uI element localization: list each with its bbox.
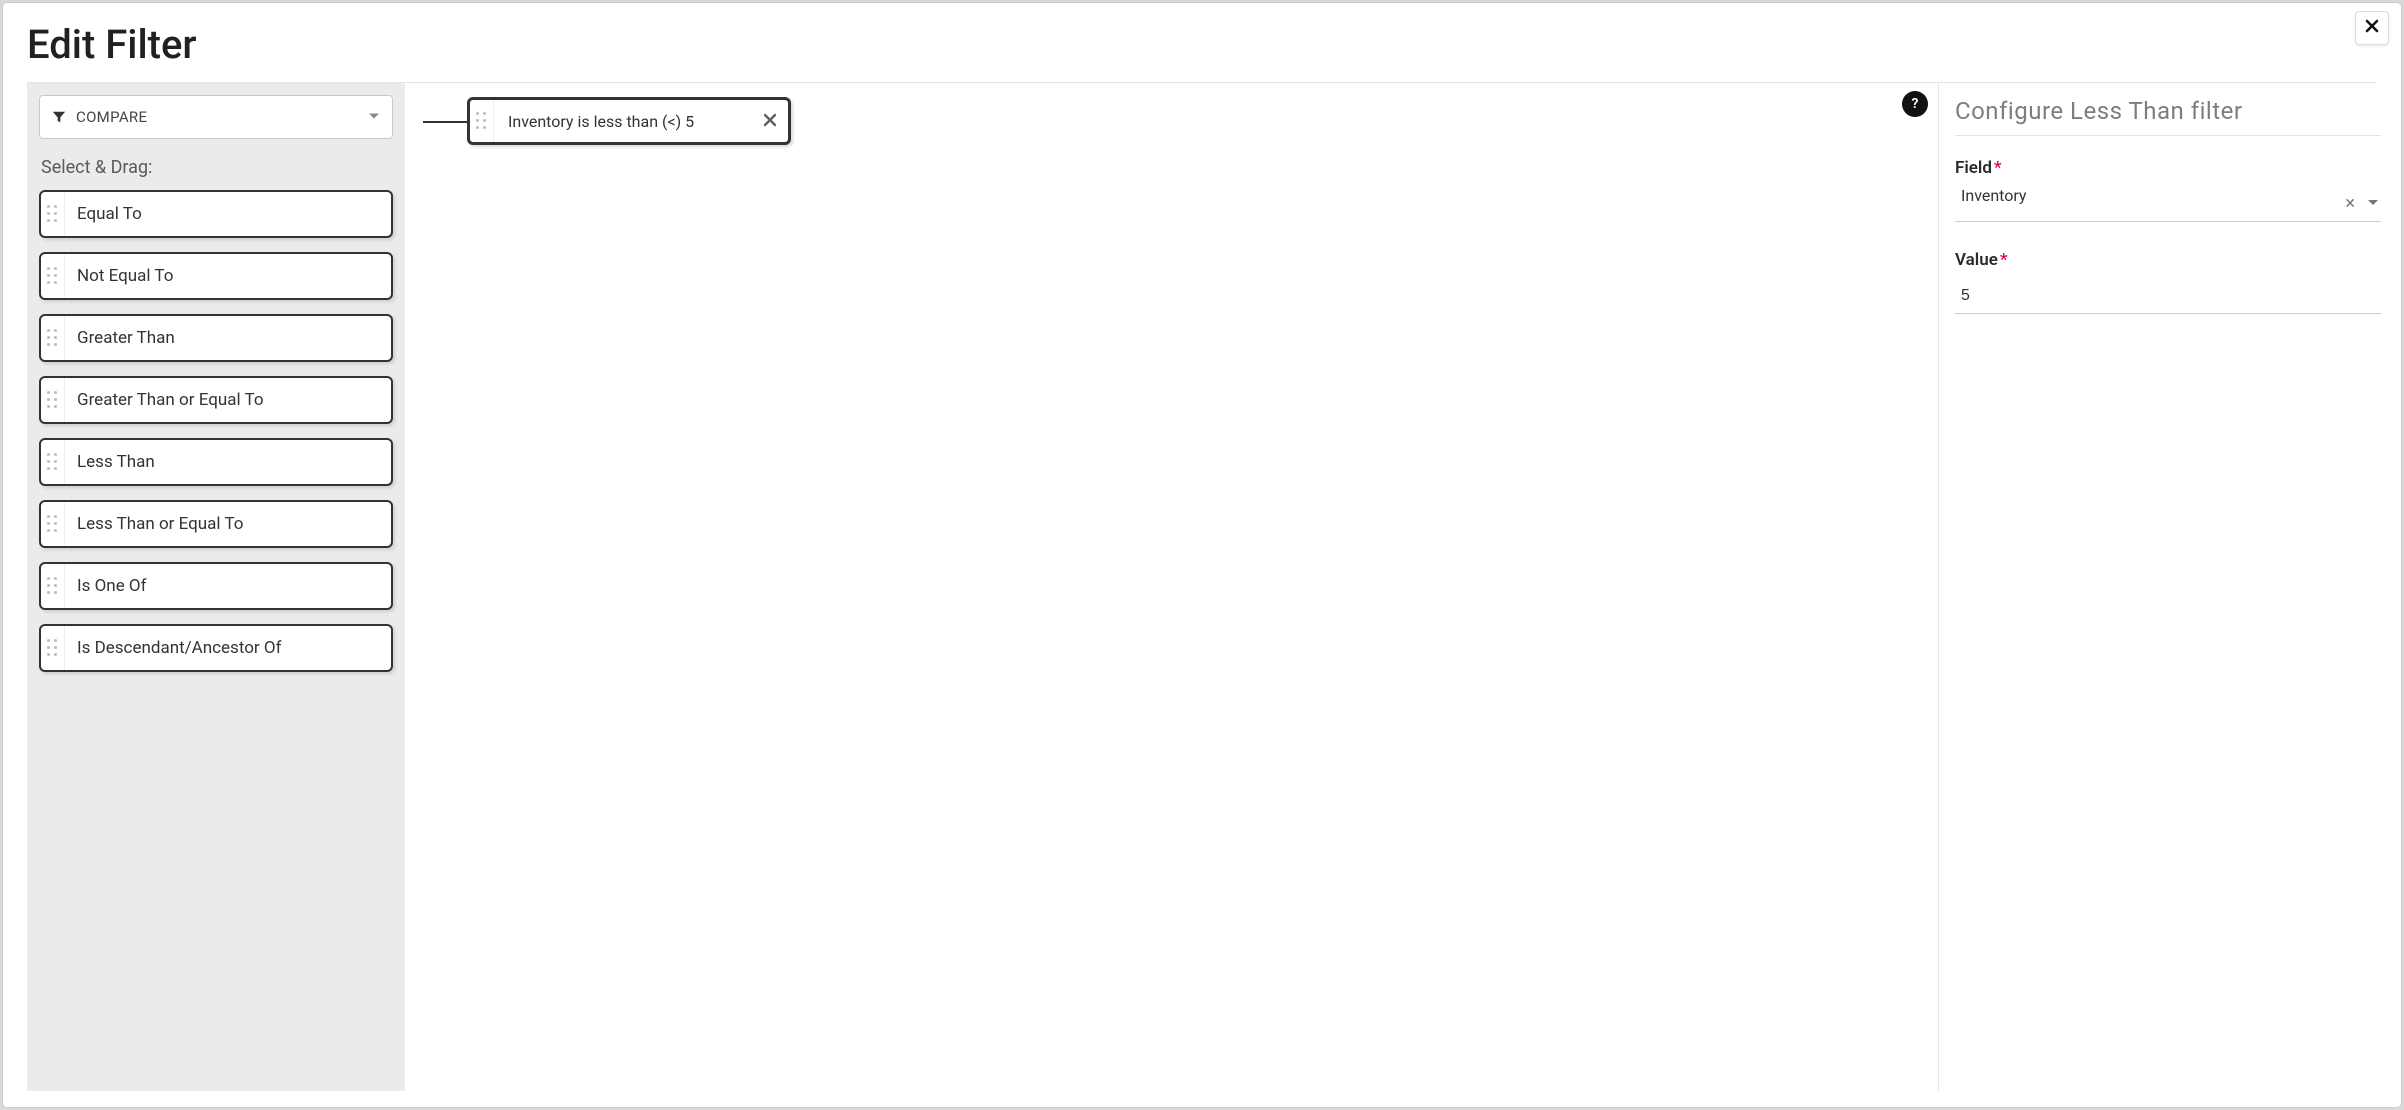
help-button[interactable]: ? [1902,91,1928,117]
palette-item-label: Greater Than or Equal To [65,390,264,410]
drag-handle-icon[interactable] [41,564,65,608]
edit-filter-dialog: Edit Filter COMPARE Select & Drag: Equal… [3,3,2401,1107]
palette-item-less-than-or-equal[interactable]: Less Than or Equal To [39,500,393,548]
filter-category-select[interactable]: COMPARE [39,95,393,139]
filter-node[interactable]: Inventory is less than (<) 5 [467,97,791,145]
field-label-value: Value* [1955,250,2381,270]
value-input[interactable] [1955,278,2381,313]
chevron-down-icon [368,108,380,127]
configure-title: Configure Less Than filter [1955,97,2381,136]
palette-item-label: Is One Of [65,576,147,596]
clear-field-button[interactable]: × [2339,191,2361,217]
drag-handle-icon[interactable] [41,440,65,484]
filter-palette: COMPARE Select & Drag: Equal To Not Equa… [27,83,405,1091]
chevron-down-icon[interactable] [2361,190,2381,217]
palette-item-label: Equal To [65,204,142,224]
palette-item-label: Less Than [65,452,155,472]
drag-handle-icon[interactable] [41,192,65,236]
filter-canvas[interactable]: Inventory is less than (<) 5 ? [405,83,1939,1091]
palette-item-greater-than-or-equal[interactable]: Greater Than or Equal To [39,376,393,424]
drag-handle-icon[interactable] [41,316,65,360]
palette-item-not-equal-to[interactable]: Not Equal To [39,252,393,300]
palette-item-label: Less Than or Equal To [65,514,243,534]
drag-handle-icon[interactable] [470,100,494,142]
drag-handle-icon[interactable] [41,378,65,422]
filter-category-label: COMPARE [76,108,147,126]
close-button[interactable] [2355,11,2389,45]
select-drag-label: Select & Drag: [41,157,393,178]
filter-icon [52,110,66,124]
help-icon-label: ? [1912,96,1919,112]
drag-handle-icon[interactable] [41,626,65,670]
palette-item-equal-to[interactable]: Equal To [39,190,393,238]
filter-node-label: Inventory is less than (<) 5 [494,112,752,131]
palette-item-greater-than[interactable]: Greater Than [39,314,393,362]
palette-item-label: Greater Than [65,328,175,348]
palette-item-label: Is Descendant/Ancestor Of [65,638,282,658]
drag-handle-icon[interactable] [41,502,65,546]
palette-item-is-one-of[interactable]: Is One Of [39,562,393,610]
field-select[interactable]: Inventory × [1955,186,2381,222]
palette-item-descendant-ancestor[interactable]: Is Descendant/Ancestor Of [39,624,393,672]
drag-handle-icon[interactable] [41,254,65,298]
close-icon [763,112,777,131]
field-label-field: Field* [1955,158,2381,178]
connector-line [423,121,467,123]
configure-panel: Configure Less Than filter Field* Invent… [1939,83,2401,1091]
palette-item-label: Not Equal To [65,266,173,286]
dialog-title: Edit Filter [3,3,2401,82]
field-group-field: Field* Inventory × [1955,158,2381,222]
field-group-value: Value* [1955,250,2381,314]
required-marker: * [1994,158,2002,178]
palette-item-less-than[interactable]: Less Than [39,438,393,486]
remove-node-button[interactable] [752,112,788,131]
field-value: Inventory [1955,186,2339,221]
required-marker: * [2000,250,2008,270]
close-icon [2364,18,2380,38]
